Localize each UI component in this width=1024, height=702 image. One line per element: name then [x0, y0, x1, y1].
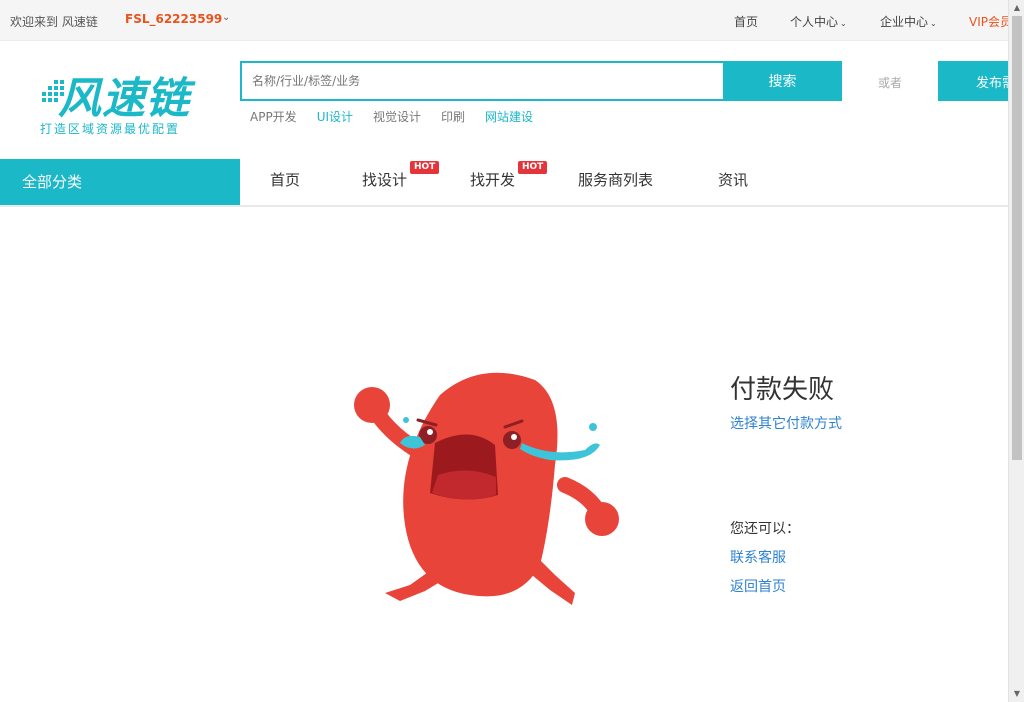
scroll-thumb[interactable]	[1012, 16, 1022, 460]
hot-tag-print[interactable]: 印刷	[441, 110, 465, 124]
publish-button[interactable]: 发布需求	[938, 61, 1008, 101]
search-button[interactable]: 搜索	[723, 61, 842, 101]
scroll-up-icon[interactable]: ▲	[1009, 0, 1024, 16]
nav-item-label: 首页	[270, 171, 301, 189]
nav-item-label: 服务商列表	[578, 171, 654, 189]
welcome-text: 欢迎来到 风速链	[10, 15, 98, 29]
nav-item-home[interactable]: 首页	[270, 169, 300, 190]
top-link-vip[interactable]: VIP会员	[969, 13, 1012, 30]
top-link-home-label: 首页	[734, 15, 759, 29]
choose-other-payment-link[interactable]: 选择其它付款方式	[730, 413, 842, 433]
all-categories-button[interactable]: 全部分类	[0, 159, 240, 205]
main-nav: 全部分类 首页 找设计 HOT 找开发 HOT 服务商列表 资讯	[0, 159, 1008, 207]
logo-slogan: 打造区域资源最优配置	[40, 122, 181, 136]
hot-badge: HOT	[410, 161, 440, 174]
or-text: 或者	[878, 76, 903, 90]
site-logo[interactable]: 风速链 打造区域资源最优配置	[40, 60, 210, 140]
page-title: 付款失败	[730, 375, 835, 405]
hot-tag-ui[interactable]: UI设计	[317, 110, 353, 124]
page: 欢迎来到 风速链 FSL_62223599 ⌄ 首页 个人中心 ⌄ 企业中心 ⌄ V…	[0, 0, 1024, 702]
hot-badge: HOT	[518, 161, 548, 174]
top-link-enterprise[interactable]: 企业中心 ⌄	[880, 13, 937, 30]
hot-tags: APP开发 UI设计 视觉设计 印刷 网站建设	[250, 108, 553, 125]
scroll-down-icon[interactable]: ▼	[1009, 686, 1024, 702]
top-link-personal[interactable]: 个人中心 ⌄	[790, 13, 847, 30]
crying-mascot-icon	[354, 372, 619, 605]
top-link-home[interactable]: 首页	[734, 13, 758, 30]
top-link-enterprise-label: 企业中心	[880, 15, 929, 29]
nav-item-news[interactable]: 资讯	[718, 169, 748, 190]
nav-item-label: 找设计	[362, 171, 408, 189]
search-box	[240, 61, 723, 101]
hot-tag-visual[interactable]: 视觉设计	[373, 110, 421, 124]
nav-item-label: 找开发	[470, 171, 516, 189]
hot-tag-app[interactable]: APP开发	[250, 110, 297, 124]
chevron-down-icon: ⌄	[840, 19, 847, 28]
nav-item-design[interactable]: 找设计 HOT	[362, 161, 440, 190]
contact-support-link[interactable]: 联系客服	[730, 547, 786, 567]
top-link-personal-label: 个人中心	[790, 15, 839, 29]
nav-item-label: 资讯	[718, 171, 749, 189]
hot-tag-website[interactable]: 网站建设	[485, 110, 533, 124]
also-label: 您还可以：	[730, 521, 800, 537]
back-home-link[interactable]: 返回首页	[730, 576, 786, 596]
top-bar: 欢迎来到 风速链 FSL_62223599 ⌄ 首页 个人中心 ⌄ 企业中心 ⌄ V…	[0, 0, 1012, 41]
nav-item-providers[interactable]: 服务商列表	[578, 169, 653, 190]
vertical-scrollbar[interactable]: ▲ ▼	[1008, 0, 1024, 702]
chevron-down-icon[interactable]: ⌄	[222, 12, 230, 23]
chevron-down-icon: ⌄	[930, 19, 937, 28]
logo-text: 风速链	[58, 74, 190, 124]
search-input[interactable]	[242, 63, 723, 99]
username-link[interactable]: FSL_62223599	[125, 12, 222, 26]
nav-item-dev[interactable]: 找开发 HOT	[470, 161, 548, 190]
top-link-vip-label: VIP会员	[969, 15, 1012, 29]
